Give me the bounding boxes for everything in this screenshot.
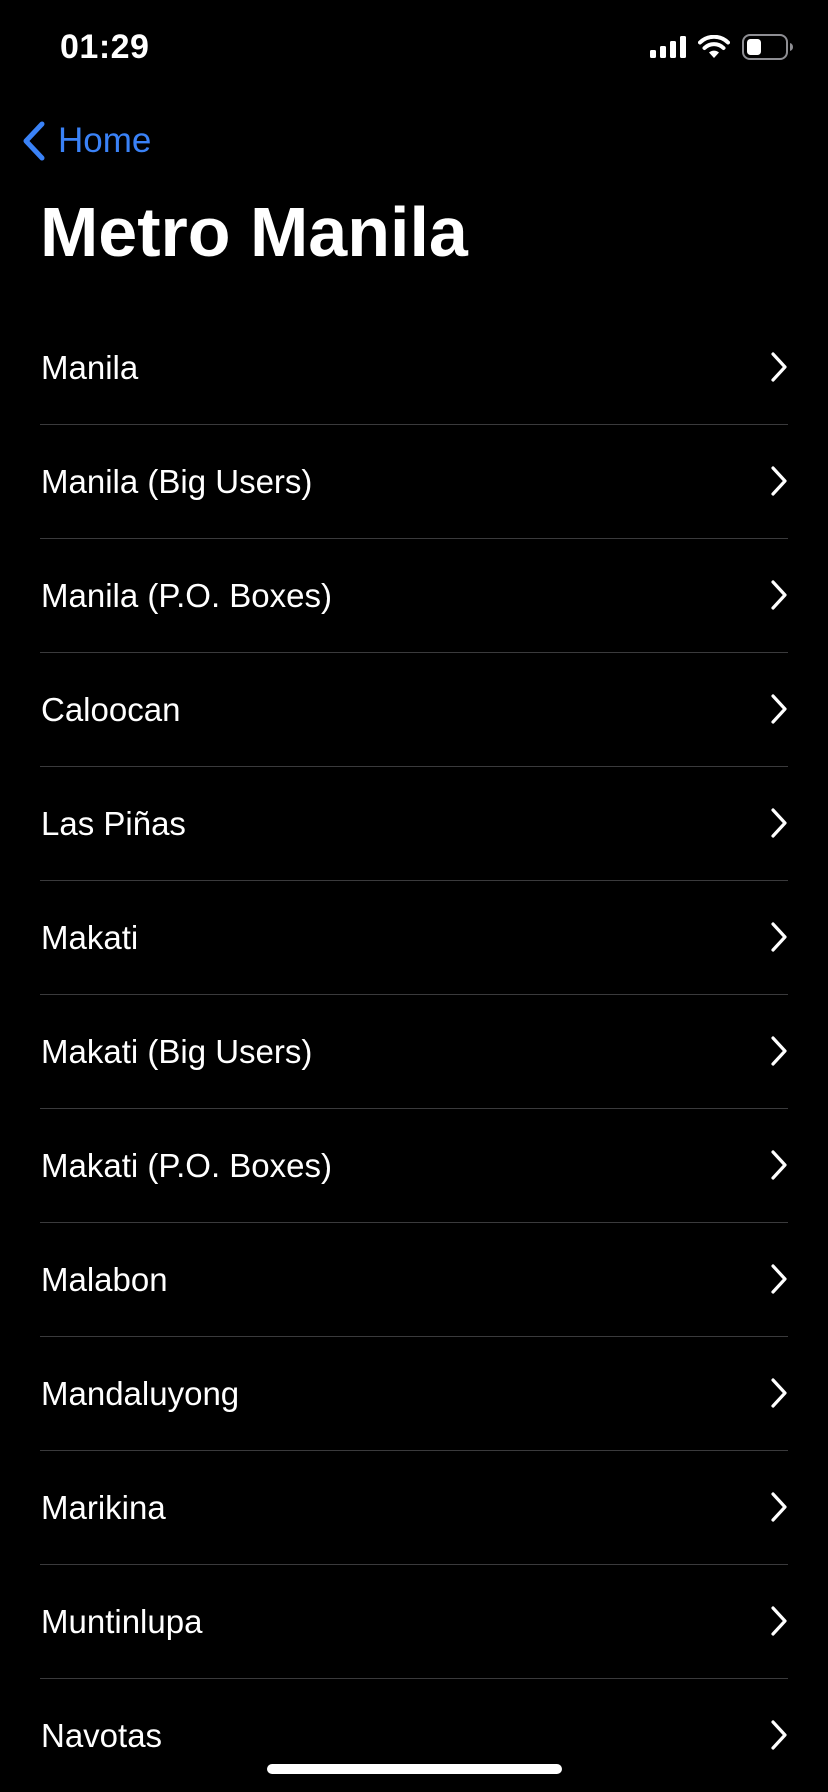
- list-item-label: Mandaluyong: [41, 1375, 240, 1412]
- list-item[interactable]: Makati (P.O. Boxes): [0, 1109, 828, 1223]
- chevron-right-icon: [770, 1149, 788, 1181]
- list-item[interactable]: Navotas: [0, 1679, 828, 1792]
- status-icons: [650, 34, 794, 60]
- list-item-label: Muntinlupa: [41, 1603, 203, 1640]
- back-button[interactable]: Home: [22, 118, 151, 164]
- list-item-label: Caloocan: [41, 691, 181, 728]
- chevron-right-icon: [770, 579, 788, 611]
- list-item-label: Makati (P.O. Boxes): [41, 1147, 332, 1184]
- list-item[interactable]: Marikina: [0, 1451, 828, 1565]
- page-title: Metro Manila: [40, 193, 468, 271]
- chevron-right-icon: [770, 1263, 788, 1295]
- list-item[interactable]: Makati (Big Users): [0, 995, 828, 1109]
- list-item[interactable]: Las Piñas: [0, 767, 828, 881]
- city-list: Manila Manila (Big Users) Manila (P.O. Box…: [0, 311, 828, 1792]
- list-item-label: Manila (Big Users): [41, 463, 313, 500]
- chevron-right-icon: [770, 1719, 788, 1751]
- list-item-label: Makati: [41, 919, 139, 956]
- status-bar: 01:29: [0, 0, 828, 100]
- cellular-signal-icon: [650, 36, 686, 58]
- chevron-left-icon: [22, 121, 46, 161]
- list-item[interactable]: Manila (P.O. Boxes): [0, 539, 828, 653]
- status-time: 01:29: [60, 28, 150, 66]
- battery-icon: [742, 34, 794, 60]
- chevron-right-icon: [770, 1491, 788, 1523]
- list-item-label: Navotas: [41, 1717, 163, 1754]
- chevron-right-icon: [770, 351, 788, 383]
- screen: 01:29 Home Metro Manila Manila Manila (B…: [0, 0, 828, 1792]
- list-item[interactable]: Mandaluyong: [0, 1337, 828, 1451]
- chevron-right-icon: [770, 1035, 788, 1067]
- chevron-right-icon: [770, 465, 788, 497]
- home-indicator[interactable]: [267, 1764, 562, 1774]
- list-item[interactable]: Muntinlupa: [0, 1565, 828, 1679]
- list-item[interactable]: Caloocan: [0, 653, 828, 767]
- chevron-right-icon: [770, 1605, 788, 1637]
- wifi-icon: [698, 35, 730, 59]
- list-item-label: Manila (P.O. Boxes): [41, 577, 333, 614]
- list-item-label: Manila: [41, 349, 139, 386]
- list-item-label: Malabon: [41, 1261, 168, 1298]
- chevron-right-icon: [770, 807, 788, 839]
- chevron-right-icon: [770, 693, 788, 725]
- back-button-label: Home: [58, 121, 152, 160]
- chevron-right-icon: [770, 921, 788, 953]
- list-item[interactable]: Malabon: [0, 1223, 828, 1337]
- list-item[interactable]: Manila: [0, 311, 828, 425]
- list-item-label: Makati (Big Users): [41, 1033, 313, 1070]
- chevron-right-icon: [770, 1377, 788, 1409]
- list-item[interactable]: Makati: [0, 881, 828, 995]
- list-item-label: Las Piñas: [41, 805, 186, 842]
- list-item[interactable]: Manila (Big Users): [0, 425, 828, 539]
- list-item-label: Marikina: [41, 1489, 166, 1526]
